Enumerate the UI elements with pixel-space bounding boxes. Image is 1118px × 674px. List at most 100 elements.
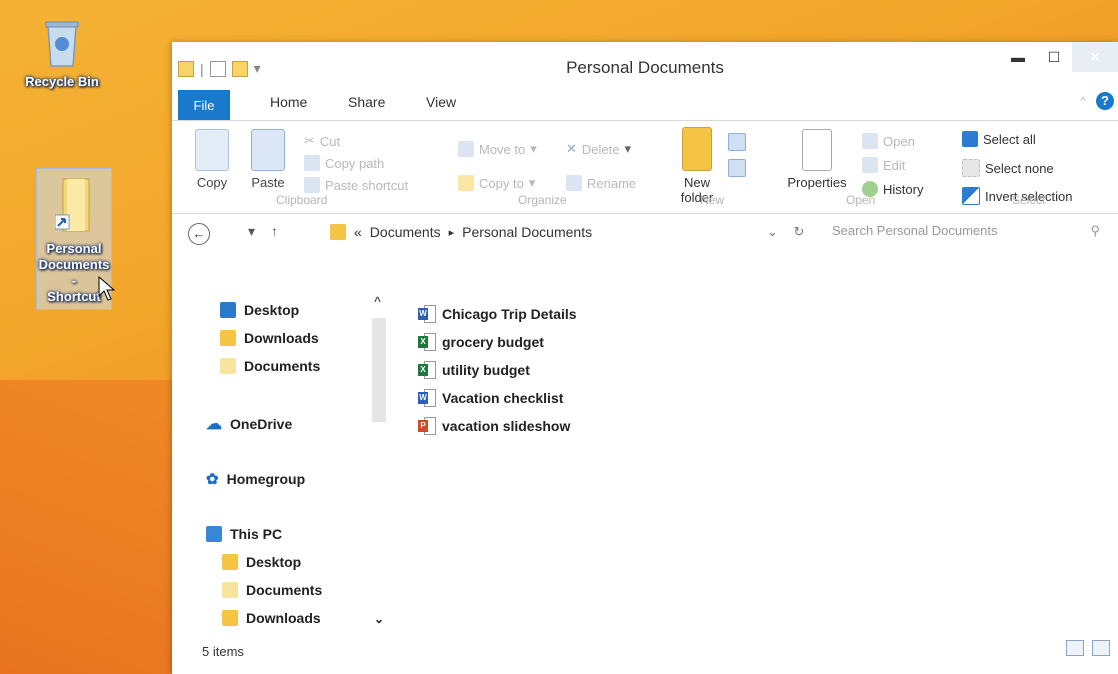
scissors-icon: ✂ bbox=[304, 133, 315, 148]
ribbon-home: Copy Paste ✂ Cut Copy path Paste shortcu… bbox=[172, 121, 1118, 214]
shortcut-label-line-1: Personal bbox=[46, 241, 102, 256]
refresh-icon[interactable]: ↻ bbox=[794, 224, 805, 239]
rename-button[interactable]: Rename bbox=[566, 175, 636, 191]
move-to-button[interactable]: Move to ▾ bbox=[458, 141, 537, 157]
nav-item-pc-desktop[interactable]: Desktop bbox=[222, 554, 301, 570]
maximize-button[interactable]: ☐ bbox=[1036, 42, 1072, 72]
nav-item-this-pc[interactable]: This PC bbox=[206, 526, 282, 542]
downloads-folder-icon bbox=[222, 610, 238, 626]
select-group-label: Select bbox=[1012, 193, 1046, 207]
nav-item-pc-documents[interactable]: Documents bbox=[222, 582, 322, 598]
move-to-dropdown-icon: ▾ bbox=[530, 141, 537, 156]
collapse-ribbon-icon[interactable]: ^ bbox=[1080, 94, 1086, 108]
file-name: Vacation checklist bbox=[442, 390, 564, 406]
edit-button[interactable]: Edit bbox=[862, 157, 905, 173]
rename-icon bbox=[566, 175, 582, 191]
nav-label: Desktop bbox=[246, 554, 302, 570]
nav-item-pc-downloads[interactable]: Downloads bbox=[222, 610, 321, 626]
recycle-bin-label: Recycle Bin bbox=[25, 74, 99, 89]
address-dropdown-icon[interactable]: ⌄ bbox=[767, 224, 778, 239]
search-icon: ⚲ bbox=[1090, 223, 1100, 238]
help-icon[interactable]: ? bbox=[1096, 92, 1114, 110]
nav-arrows: ▾ ↑ bbox=[248, 223, 278, 240]
copy-to-button[interactable]: Copy to ▾ bbox=[458, 175, 535, 191]
cut-button[interactable]: ✂ Cut bbox=[304, 133, 340, 149]
open-group-label: Open bbox=[846, 193, 876, 207]
organize-group-label: Organize bbox=[518, 193, 567, 207]
easy-access-button[interactable] bbox=[728, 159, 746, 180]
open-button[interactable]: Open bbox=[862, 133, 915, 149]
nav-label: Downloads bbox=[246, 610, 321, 626]
back-button[interactable]: ← bbox=[188, 223, 210, 245]
large-icons-view-icon[interactable] bbox=[1092, 640, 1110, 656]
nav-label: Desktop bbox=[244, 302, 300, 318]
list-item[interactable]: W Chicago Trip Details bbox=[418, 300, 577, 328]
search-box[interactable]: Search Personal Documents ⚲ bbox=[832, 223, 1100, 239]
delete-button[interactable]: ✕ Delete ▾ bbox=[566, 141, 631, 157]
paste-button[interactable]: Paste bbox=[246, 129, 290, 190]
invert-selection-icon bbox=[962, 187, 980, 205]
copy-to-icon bbox=[458, 175, 474, 191]
scroll-thumb[interactable] bbox=[372, 318, 386, 422]
recycle-bin-desktop-icon[interactable]: Recycle Bin bbox=[12, 18, 112, 90]
nav-item-downloads[interactable]: Downloads bbox=[220, 330, 319, 346]
list-item[interactable]: P vacation slideshow bbox=[418, 412, 577, 440]
copy-path-button[interactable]: Copy path bbox=[304, 155, 384, 171]
tab-view[interactable]: View bbox=[426, 94, 456, 110]
file-name: grocery budget bbox=[442, 334, 544, 350]
breadcrumb-personal-documents[interactable]: Personal Documents bbox=[462, 224, 592, 240]
select-none-icon bbox=[962, 159, 980, 177]
move-to-label: Move to bbox=[479, 141, 526, 157]
details-view-icon[interactable] bbox=[1066, 640, 1084, 656]
title-bar: | ▾ Personal Documents ▬ ☐ ✕ bbox=[172, 42, 1118, 90]
tab-home[interactable]: Home bbox=[270, 94, 307, 110]
excel-file-icon: X bbox=[418, 333, 436, 351]
list-item[interactable]: W Vacation checklist bbox=[418, 384, 577, 412]
nav-item-onedrive[interactable]: ☁ OneDrive bbox=[206, 414, 292, 434]
breadcrumb[interactable]: « Documents ▸ Personal Documents bbox=[330, 224, 592, 240]
paste-shortcut-button[interactable]: Paste shortcut bbox=[304, 177, 408, 193]
navigation-pane: Desktop Downloads Documents ☁ OneDrive ✿… bbox=[172, 294, 392, 640]
nav-item-homegroup[interactable]: ✿ Homegroup bbox=[206, 470, 305, 488]
close-button[interactable]: ✕ bbox=[1072, 42, 1118, 72]
nav-label: Homegroup bbox=[226, 471, 306, 487]
up-arrow-icon[interactable]: ↑ bbox=[271, 223, 278, 240]
recent-locations-icon[interactable]: ▾ bbox=[248, 223, 255, 240]
new-item-button[interactable] bbox=[728, 133, 746, 154]
file-name: utility budget bbox=[442, 362, 530, 378]
scroll-down-icon[interactable]: ⌄ bbox=[374, 612, 384, 626]
search-input[interactable]: Search Personal Documents bbox=[832, 223, 997, 239]
file-name: Chicago Trip Details bbox=[442, 306, 577, 322]
open-label: Open bbox=[883, 133, 915, 149]
nav-item-documents[interactable]: Documents bbox=[220, 358, 320, 374]
list-item[interactable]: X grocery budget bbox=[418, 328, 577, 356]
desktop-background bbox=[0, 380, 200, 674]
homegroup-icon: ✿ bbox=[206, 471, 219, 488]
select-all-icon bbox=[962, 131, 978, 147]
tab-share[interactable]: Share bbox=[348, 94, 385, 110]
select-none-label: Select none bbox=[985, 160, 1054, 176]
cut-label: Cut bbox=[319, 133, 341, 149]
rename-label: Rename bbox=[587, 175, 637, 191]
breadcrumb-documents[interactable]: Documents bbox=[370, 224, 441, 240]
nav-label: This PC bbox=[230, 526, 283, 542]
tab-file[interactable]: File bbox=[178, 90, 230, 120]
copy-button[interactable]: Copy bbox=[190, 129, 234, 190]
properties-button[interactable]: Properties bbox=[782, 129, 852, 190]
paste-label: Paste bbox=[251, 175, 285, 190]
select-none-button[interactable]: Select none bbox=[962, 159, 1054, 177]
file-list: W Chicago Trip Details X grocery budget … bbox=[418, 300, 577, 440]
folder-icon bbox=[330, 224, 346, 240]
scroll-up-icon[interactable]: ^ bbox=[374, 294, 381, 308]
documents-icon bbox=[220, 358, 236, 374]
copy-icon bbox=[195, 129, 229, 171]
minimize-button[interactable]: ▬ bbox=[1000, 42, 1036, 72]
nav-item-desktop[interactable]: Desktop bbox=[220, 302, 299, 318]
list-item[interactable]: X utility budget bbox=[418, 356, 577, 384]
select-all-button[interactable]: Select all bbox=[962, 131, 1036, 147]
desktop-folder-icon bbox=[222, 554, 238, 570]
breadcrumb-overflow[interactable]: « bbox=[354, 224, 362, 240]
delete-label: Delete bbox=[581, 141, 620, 157]
nav-scrollbar[interactable]: ^ ⌄ bbox=[370, 294, 388, 630]
copy-to-label: Copy to bbox=[479, 175, 524, 191]
